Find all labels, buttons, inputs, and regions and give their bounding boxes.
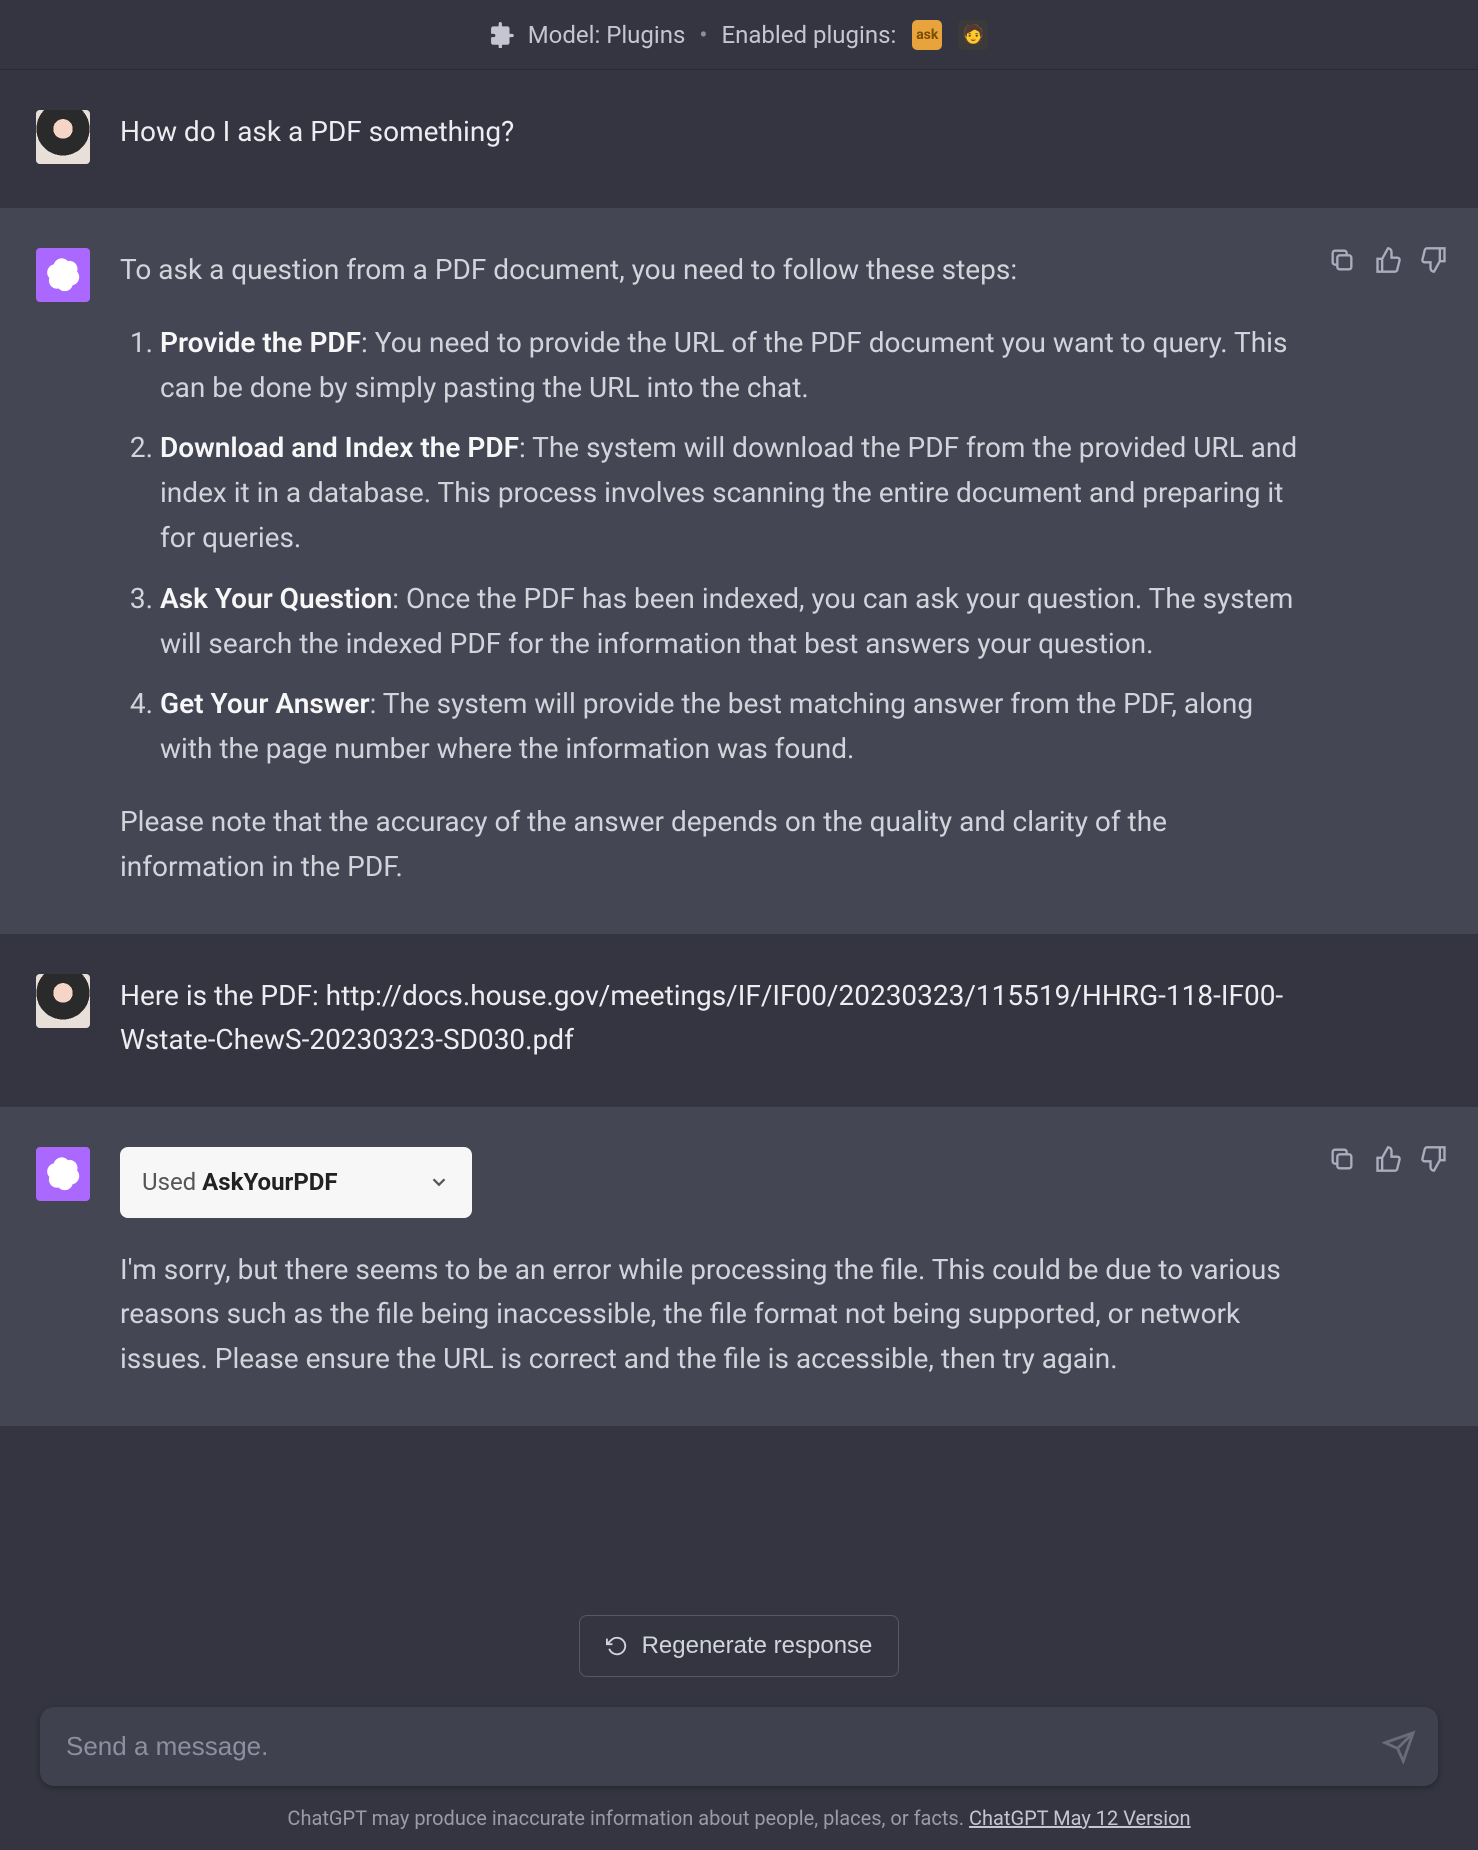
assistant-message: To ask a question from a PDF document, y… bbox=[0, 208, 1478, 934]
message-actions bbox=[1328, 1145, 1448, 1173]
plugin-tool-disclosure[interactable]: Used AskYourPDF bbox=[120, 1147, 472, 1217]
list-item: Ask Your Question: Once the PDF has been… bbox=[160, 577, 1302, 667]
disclaimer: ChatGPT may produce inaccurate informati… bbox=[40, 1786, 1438, 1838]
plugins-icon bbox=[490, 22, 516, 48]
send-icon[interactable] bbox=[1382, 1730, 1416, 1764]
separator-dot: • bbox=[697, 21, 709, 49]
user-message: Here is the PDF: http://docs.house.gov/m… bbox=[0, 934, 1478, 1108]
regenerate-button[interactable]: Regenerate response bbox=[579, 1615, 900, 1677]
list-item: Provide the PDF: You need to provide the… bbox=[160, 321, 1302, 411]
chevron-down-icon bbox=[428, 1171, 450, 1193]
user-message-text: Here is the PDF: http://docs.house.gov/m… bbox=[120, 974, 1442, 1064]
enabled-plugins-label: Enabled plugins: bbox=[721, 21, 896, 49]
thumbs-down-icon[interactable] bbox=[1420, 1145, 1448, 1173]
thumbs-up-icon[interactable] bbox=[1374, 1145, 1402, 1173]
model-bar: Model: Plugins • Enabled plugins: ask 🧑 bbox=[0, 0, 1478, 70]
version-link[interactable]: ChatGPT May 12 Version bbox=[969, 1806, 1191, 1830]
copy-icon[interactable] bbox=[1328, 246, 1356, 274]
user-avatar bbox=[36, 974, 90, 1028]
message-input-container[interactable] bbox=[40, 1707, 1438, 1786]
assistant-avatar bbox=[36, 248, 90, 302]
plugin-badge-1[interactable]: ask bbox=[912, 20, 942, 50]
copy-icon[interactable] bbox=[1328, 1145, 1356, 1173]
conversation: How do I ask a PDF something? To ask a q… bbox=[0, 70, 1478, 1595]
message-input[interactable] bbox=[66, 1731, 1368, 1762]
user-message: How do I ask a PDF something? bbox=[0, 70, 1478, 208]
list-item: Get Your Answer: The system will provide… bbox=[160, 682, 1302, 772]
assistant-message-text: To ask a question from a PDF document, y… bbox=[120, 248, 1442, 890]
user-avatar bbox=[36, 110, 90, 164]
plugin-badge-2[interactable]: 🧑 bbox=[958, 20, 988, 50]
list-item: Download and Index the PDF: The system w… bbox=[160, 426, 1302, 560]
message-actions bbox=[1328, 246, 1448, 274]
assistant-message: Used AskYourPDF I'm sorry, but there see… bbox=[0, 1107, 1478, 1426]
composer-area: Regenerate response ChatGPT may produce … bbox=[0, 1595, 1478, 1850]
thumbs-up-icon[interactable] bbox=[1374, 246, 1402, 274]
user-message-text: How do I ask a PDF something? bbox=[120, 110, 1442, 164]
assistant-avatar bbox=[36, 1147, 90, 1201]
model-label: Model: Plugins bbox=[528, 21, 686, 49]
thumbs-down-icon[interactable] bbox=[1420, 246, 1448, 274]
steps-list: Provide the PDF: You need to provide the… bbox=[120, 321, 1302, 772]
regenerate-icon bbox=[606, 1635, 628, 1657]
assistant-message-text: Used AskYourPDF I'm sorry, but there see… bbox=[120, 1147, 1442, 1382]
